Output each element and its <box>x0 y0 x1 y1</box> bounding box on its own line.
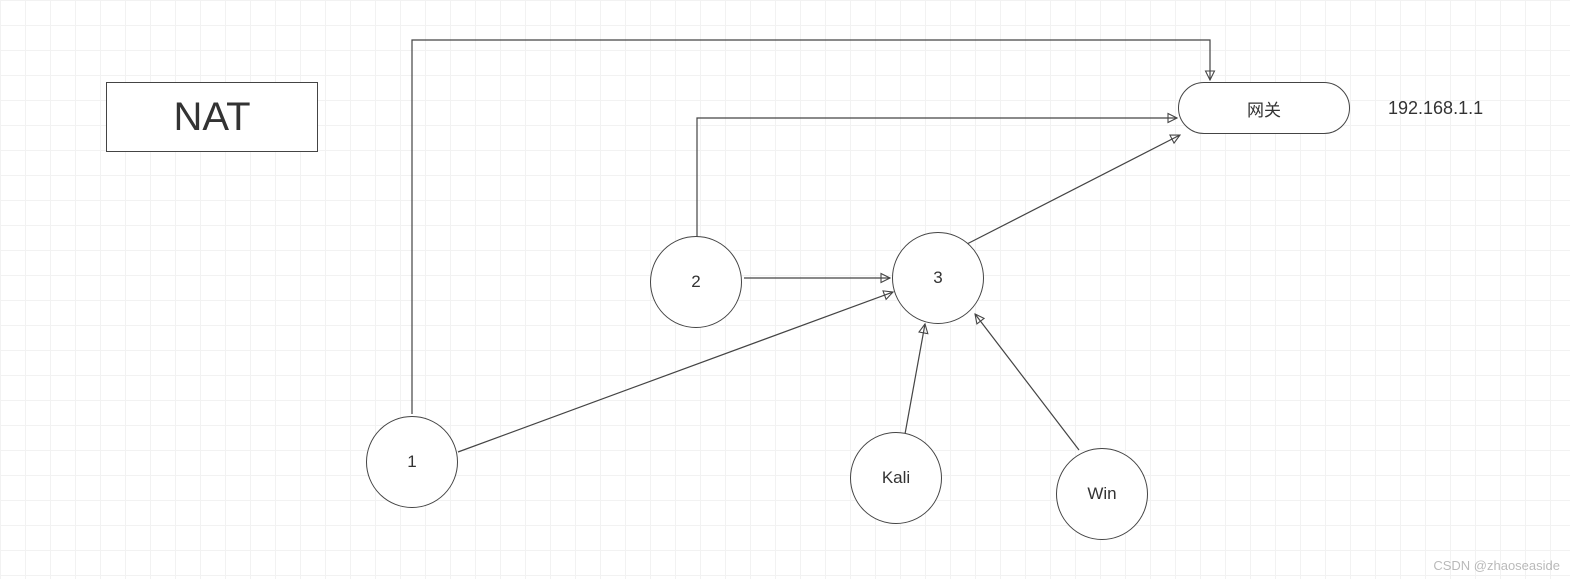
node-2: 2 <box>650 236 742 328</box>
nat-title-box: NAT <box>106 82 318 152</box>
node-win-label: Win <box>1087 484 1116 504</box>
node-1: 1 <box>366 416 458 508</box>
edge-n1-gateway <box>412 40 1210 414</box>
edge-n2-gateway <box>697 118 1177 237</box>
node-2-label: 2 <box>691 272 700 292</box>
node-kali-label: Kali <box>882 468 910 488</box>
gateway-ip: 192.168.1.1 <box>1388 98 1483 119</box>
node-3: 3 <box>892 232 984 324</box>
nat-title-text: NAT <box>173 95 250 140</box>
node-win: Win <box>1056 448 1148 540</box>
gateway-node: 网关 <box>1178 82 1350 134</box>
diagram-canvas: NAT 网关 192.168.1.1 1 2 3 Kali Win CSDN @… <box>0 0 1570 579</box>
edge-n3-gateway <box>965 135 1180 245</box>
gateway-label: 网关 <box>1247 96 1281 121</box>
watermark: CSDN @zhaoseaside <box>1433 558 1560 573</box>
node-kali: Kali <box>850 432 942 524</box>
node-3-label: 3 <box>933 268 942 288</box>
edge-win-n3 <box>975 314 1079 450</box>
edge-kali-n3 <box>905 324 925 434</box>
node-1-label: 1 <box>407 452 416 472</box>
